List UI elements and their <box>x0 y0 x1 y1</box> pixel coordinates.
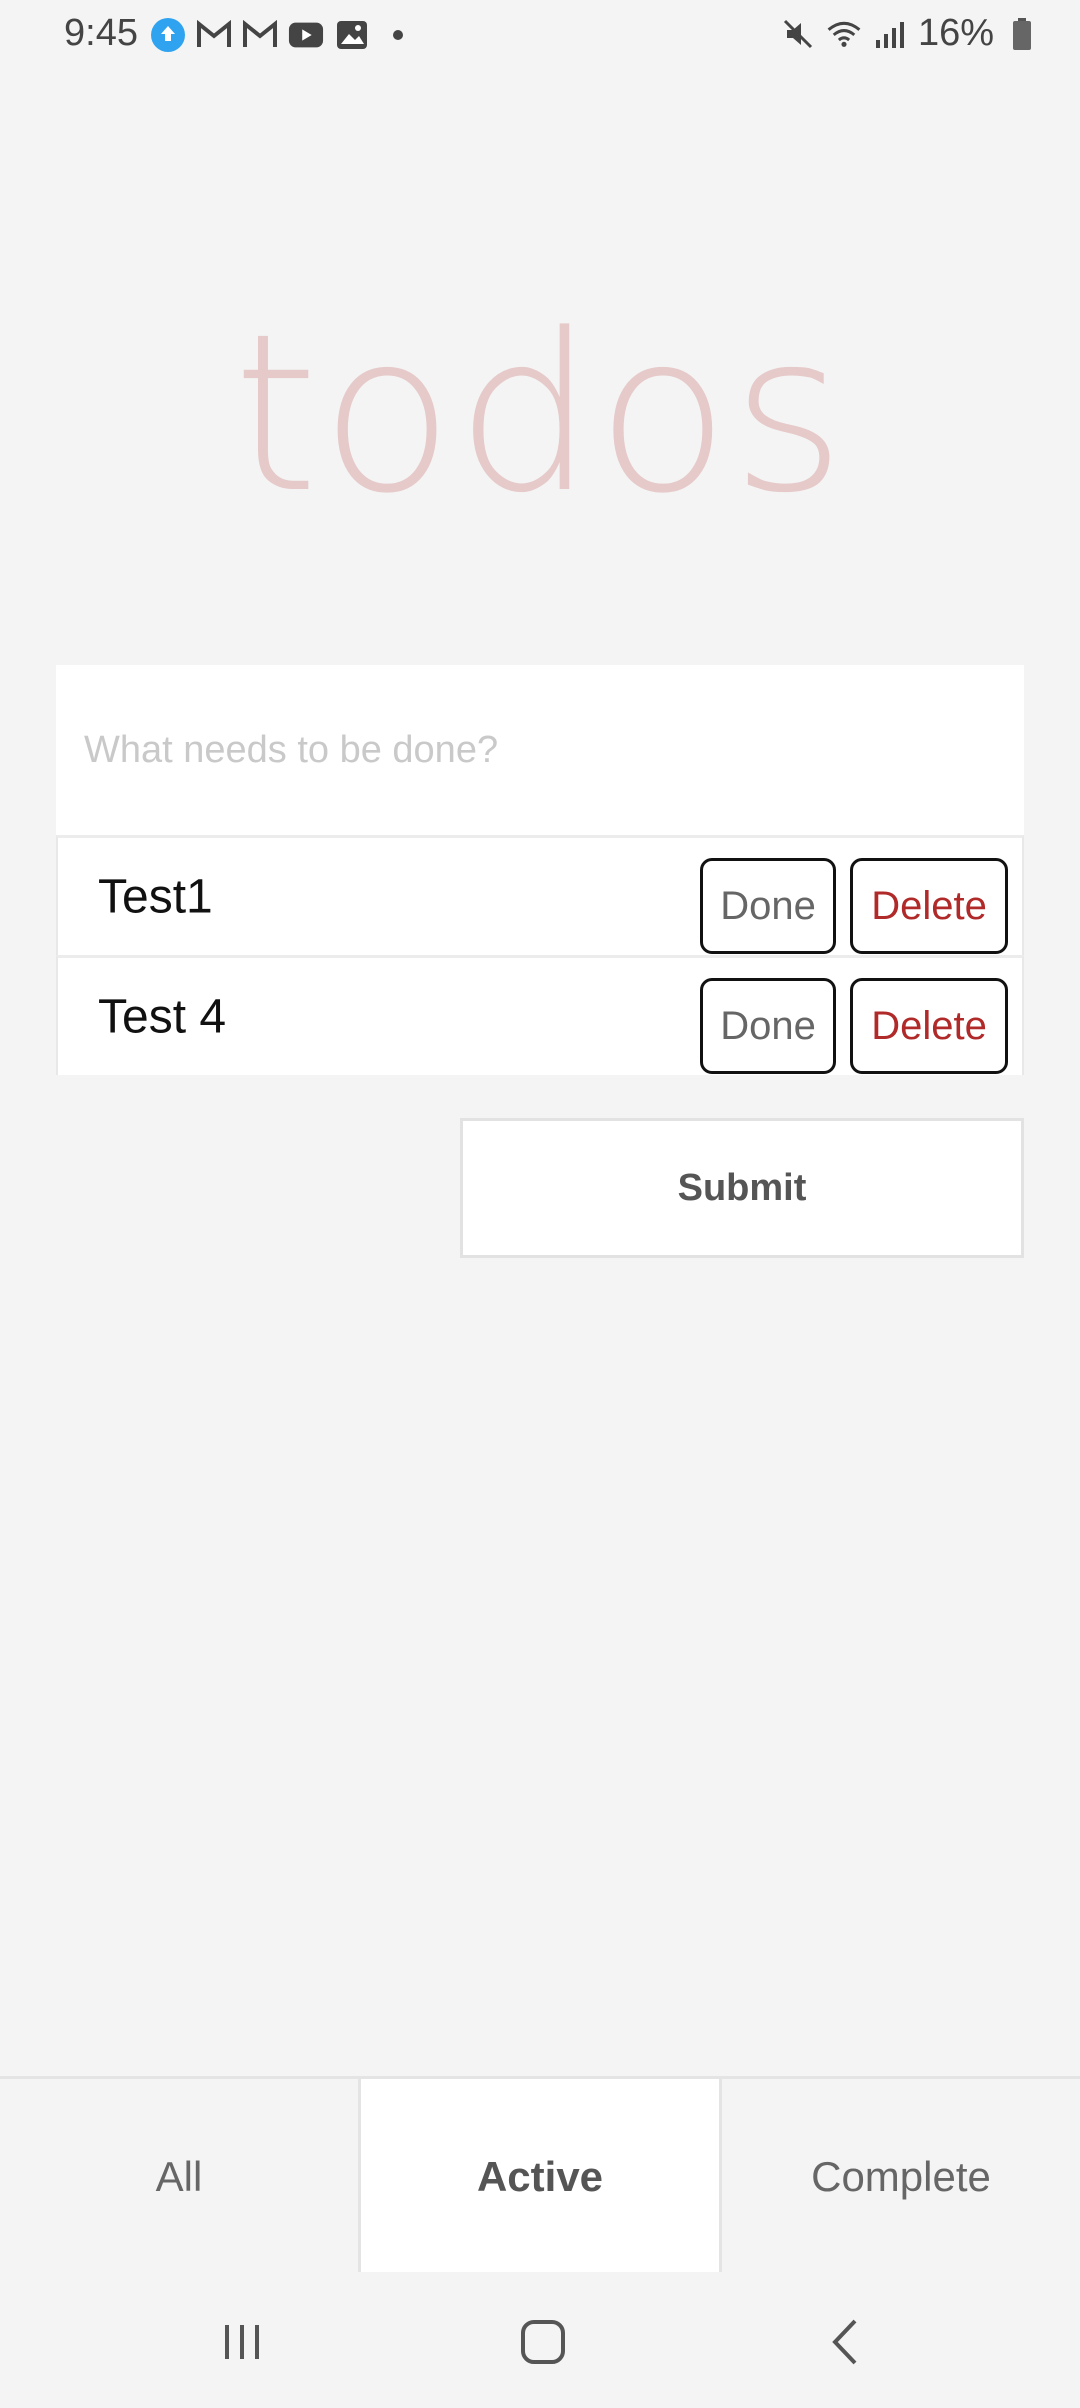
done-button[interactable]: Done <box>700 978 836 1074</box>
status-time: 9:45 <box>64 12 138 54</box>
home-icon[interactable] <box>503 2302 583 2382</box>
app-title: todos <box>232 288 848 541</box>
battery-icon <box>1004 17 1040 51</box>
mute-icon <box>780 17 816 51</box>
filter-bar: All Active Complete <box>0 2076 1080 2275</box>
status-bar: 9:45 16% <box>0 0 1080 70</box>
gmail-icon <box>196 18 232 52</box>
todo-list: Test1 Done Delete Test 4 Done Delete <box>56 835 1024 1075</box>
delete-button[interactable]: Delete <box>850 858 1008 954</box>
todo-item: Test 4 Done Delete <box>56 955 1024 1075</box>
youtube-icon <box>288 18 324 52</box>
new-todo-input[interactable] <box>56 665 1024 835</box>
filter-tab-complete[interactable]: Complete <box>722 2079 1080 2275</box>
filter-tab-active[interactable]: Active <box>358 2079 722 2275</box>
notification-icons <box>150 18 416 52</box>
wifi-icon <box>826 17 862 51</box>
done-button[interactable]: Done <box>700 858 836 954</box>
gmail-icon <box>242 18 278 52</box>
filter-tab-all[interactable]: All <box>0 2079 358 2275</box>
todo-item: Test1 Done Delete <box>56 835 1024 955</box>
submit-button[interactable]: Submit <box>460 1118 1024 1258</box>
dot-icon <box>380 18 416 52</box>
todo-label: Test 4 <box>98 990 227 1043</box>
cloud-upload-icon <box>150 18 186 52</box>
navigation-bar <box>0 2272 1080 2408</box>
back-icon[interactable] <box>806 2302 886 2382</box>
recent-apps-icon[interactable] <box>202 2302 282 2382</box>
gallery-icon <box>334 18 370 52</box>
battery-percent: 16% <box>917 12 994 54</box>
system-icons: 16% <box>780 12 1040 55</box>
signal-icon <box>872 17 908 51</box>
todo-label: Test1 <box>98 870 213 923</box>
delete-button[interactable]: Delete <box>850 978 1008 1074</box>
